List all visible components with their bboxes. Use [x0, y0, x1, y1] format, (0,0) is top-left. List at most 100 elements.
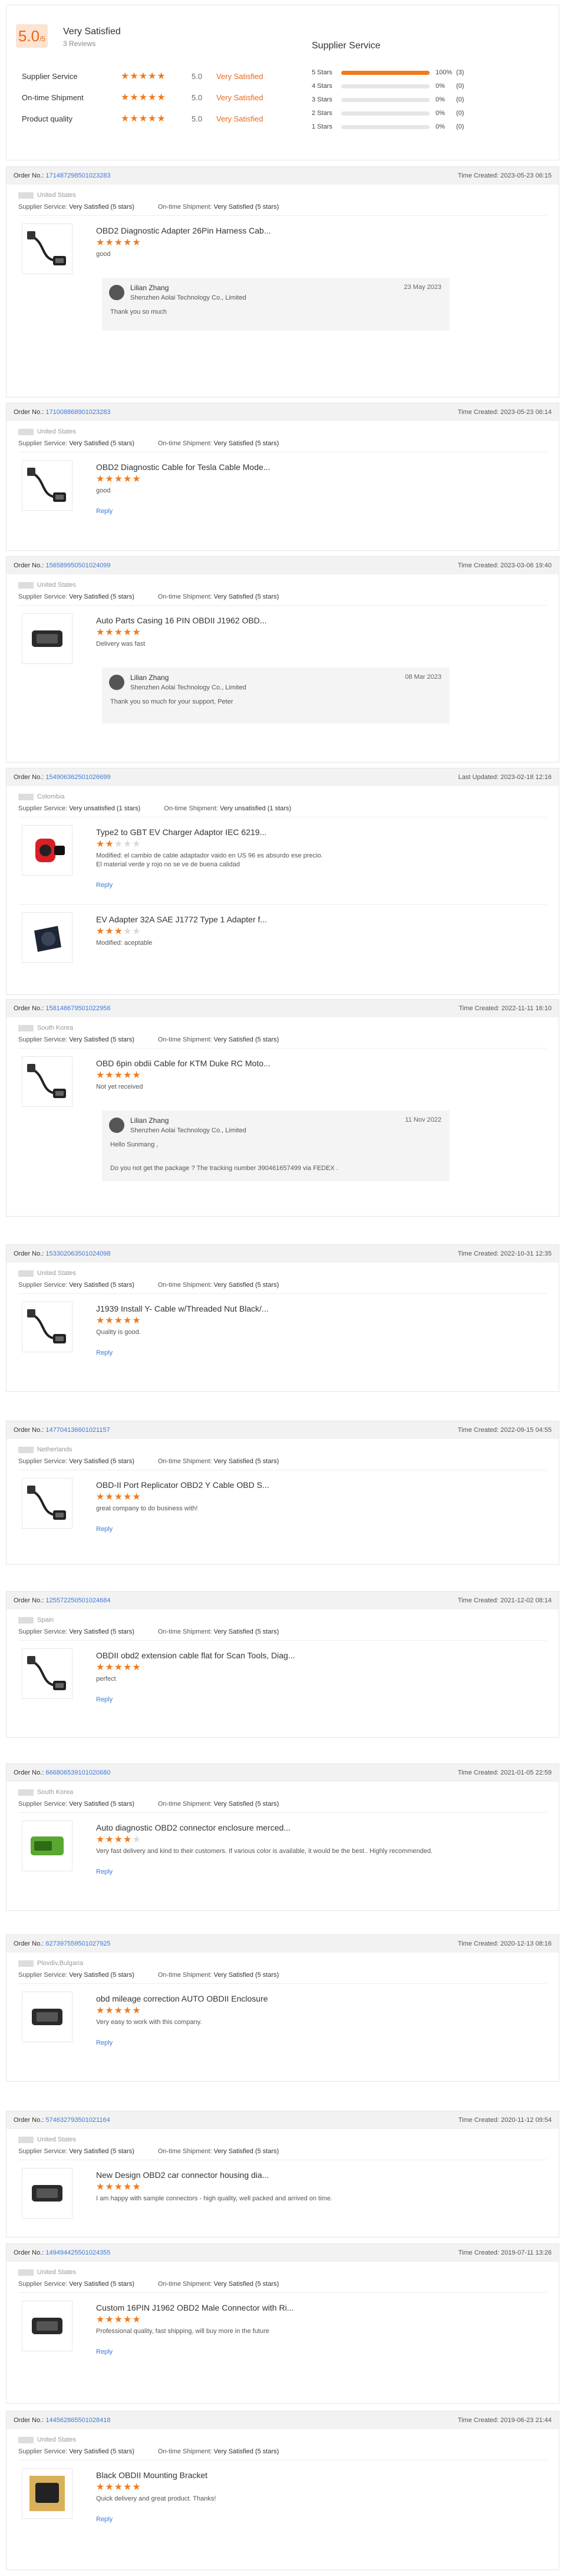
reply-link[interactable]: Reply — [96, 1868, 113, 1875]
product-image[interactable] — [22, 613, 72, 664]
country-flag — [18, 2136, 34, 2143]
review-text: good — [96, 487, 111, 494]
reply-message: Hello Sunmang , — [110, 1141, 159, 1148]
order-no-label: Order No.: — [14, 1427, 46, 1434]
distribution-percent: 0% — [436, 96, 445, 103]
order-no-label: Order No.: — [14, 1597, 46, 1604]
ontime-shipment-label: On-time Shipment: — [157, 1800, 214, 1808]
order-number-link[interactable]: 666806539101020680 — [45, 1769, 110, 1776]
order-number-link[interactable]: 171487298501023283 — [45, 172, 110, 179]
order-time: Time Created: 2022-10-31 12:35 — [457, 1250, 552, 1257]
star-icon: ★ — [96, 1662, 105, 1673]
order-number-link[interactable]: 171008868901023283 — [45, 409, 110, 416]
product-image[interactable] — [22, 1302, 72, 1352]
order-number-link[interactable]: 158148679501022956 — [45, 1005, 110, 1012]
ontime-shipment-value: Very Satisfied (5 stars) — [213, 203, 279, 211]
supplier-service-value: Very Satisfied (5 stars) — [69, 2281, 134, 2288]
reply-link[interactable]: Reply — [96, 1349, 113, 1356]
ontime-shipment-value: Very Satisfied (5 stars) — [213, 2148, 279, 2155]
supplier-service-label: Supplier Service: — [18, 2281, 70, 2288]
order-card: Order No.: 156589950501024099 Time Create… — [6, 556, 559, 763]
divider — [18, 904, 547, 905]
buyer-info: United States — [18, 581, 76, 589]
product-image[interactable] — [22, 912, 72, 963]
star-rating: ★★★★★ — [96, 473, 141, 485]
reply-link[interactable]: Reply — [96, 2039, 113, 2046]
buyer-info: Colombia — [18, 793, 64, 800]
distribution-row: 1 Stars 0% (0) — [312, 121, 489, 133]
supplier-service-value: Very Satisfied (5 stars) — [69, 203, 134, 211]
reply-date: 08 Mar 2023 — [405, 673, 441, 681]
product-name[interactable]: OBD2 Diagnostic Adapter 26Pin Harness Ca… — [96, 226, 271, 235]
rating-label: On-time Shipment — [22, 93, 84, 102]
reply-link[interactable]: Reply — [96, 2516, 113, 2523]
order-number-link[interactable]: 627397559501027925 — [45, 1940, 110, 1947]
order-number-link[interactable]: 153302063501024098 — [45, 1250, 110, 1257]
supplier-service-label: Supplier Service: — [18, 1036, 70, 1043]
country-flag — [18, 1616, 34, 1624]
product-name[interactable]: OBD 6pin obdii Cable for KTM Duke RC Mot… — [96, 1059, 271, 1068]
product-image[interactable] — [22, 2301, 72, 2351]
product-image[interactable] — [22, 1478, 72, 1529]
order-number-link[interactable]: 144562865501028418 — [45, 2417, 110, 2424]
star-icon: ★ — [105, 1492, 114, 1502]
star-rating: ★★★★★ — [96, 2181, 141, 2193]
product-image[interactable] — [22, 825, 72, 876]
product-image[interactable] — [22, 2468, 72, 2519]
star-icon: ★ — [96, 926, 105, 937]
order-no-label: Order No.: — [14, 409, 46, 416]
product-image[interactable] — [22, 1056, 72, 1107]
product-image[interactable] — [22, 1992, 72, 2042]
service-line: Supplier Service: Very Satisfied (5 star… — [18, 593, 279, 600]
product-name[interactable]: Auto Parts Casing 16 PIN OBDII J1962 OBD… — [96, 616, 266, 625]
product-name[interactable]: New Design OBD2 car connector housing di… — [96, 2170, 269, 2180]
product-name[interactable]: obd mileage correction AUTO OBDII Enclos… — [96, 1994, 268, 2003]
country-flag — [18, 1270, 34, 1277]
divider — [18, 1293, 547, 1294]
order-card: Order No.: 158148679501022956 Time Create… — [6, 999, 559, 1217]
product-name[interactable]: OBDII obd2 extension cable flat for Scan… — [96, 1651, 295, 1660]
product-name[interactable]: Custom 16PIN J1962 OBD2 Male Connector w… — [96, 2303, 293, 2312]
service-line: Supplier Service: Very Satisfied (5 star… — [18, 440, 279, 447]
ontime-shipment-label: On-time Shipment: — [157, 2281, 214, 2288]
product-name[interactable]: Type2 to GBT EV Charger Adaptor IEC 6219… — [96, 827, 266, 837]
product-name[interactable]: OBD-II Port Replicator OBD2 Y Cable OBD … — [96, 1480, 269, 1490]
product-image[interactable] — [22, 1648, 72, 1699]
score-value: 5.0 — [18, 27, 40, 45]
reply-link[interactable]: Reply — [96, 1526, 113, 1533]
ontime-shipment-value: Very Satisfied (5 stars) — [213, 1972, 279, 1979]
buyer-info: Netherlands — [18, 1446, 72, 1453]
divider — [18, 1812, 547, 1813]
product-name[interactable]: Auto diagnostic OBD2 connector enclosure… — [96, 1823, 291, 1832]
product-image[interactable] — [22, 460, 72, 511]
ontime-shipment-value: Very Satisfied (5 stars) — [213, 1282, 279, 1289]
order-number-link[interactable]: 149494425501024355 — [45, 2249, 110, 2256]
reply-link[interactable]: Reply — [96, 882, 113, 889]
order-number-link[interactable]: 147704136601021157 — [45, 1427, 110, 1434]
product-image[interactable] — [22, 1821, 72, 1871]
order-number-link[interactable]: 574632793501021164 — [45, 2117, 110, 2124]
product-image[interactable] — [22, 2168, 72, 2219]
country-flag — [18, 192, 34, 199]
reply-company: Shenzhen Aolai Technology Co., Limited — [130, 684, 246, 691]
reply-link[interactable]: Reply — [96, 2348, 113, 2355]
order-number-link[interactable]: 125572250501024684 — [45, 1597, 110, 1604]
order-number-link[interactable]: 156589950501024099 — [45, 562, 110, 569]
supplier-service-label: Supplier Service: — [18, 1458, 70, 1465]
order-number-link[interactable]: 154906362501026699 — [45, 774, 110, 781]
order-header: Order No.: 147704136601021157 Time Create… — [6, 1421, 559, 1439]
service-line: Supplier Service: Very unsatisfied (1 st… — [18, 805, 291, 812]
product-name[interactable]: Black OBDII Mounting Bracket — [96, 2470, 207, 2480]
star-icon: ★ — [105, 2182, 114, 2192]
product-name[interactable]: OBD2 Diagnostic Cable for Tesla Cable Mo… — [96, 462, 270, 472]
product-image[interactable] — [22, 224, 72, 274]
reply-link[interactable]: Reply — [96, 1696, 113, 1703]
distribution-bar — [341, 98, 430, 102]
product-name[interactable]: J1939 Install Y- Cable w/Threaded Nut Bl… — [96, 1304, 269, 1313]
product-name[interactable]: EV Adapter 32A SAE J1772 Type 1 Adapter … — [96, 915, 267, 924]
reply-link[interactable]: Reply — [96, 508, 113, 515]
order-card: Order No.: 171008868901023283 Time Create… — [6, 403, 559, 551]
distribution-label: 1 Stars — [312, 123, 332, 130]
star-icon: ★ — [105, 1835, 114, 1845]
order-card: Order No.: 147704136601021157 Time Create… — [6, 1421, 559, 1565]
